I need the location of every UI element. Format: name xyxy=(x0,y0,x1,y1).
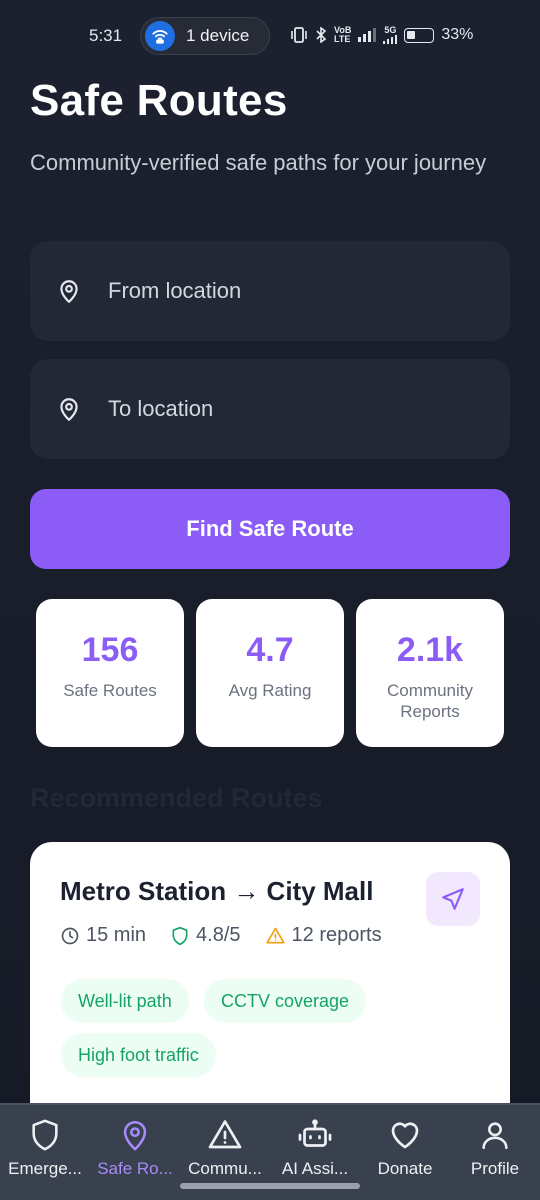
route-title: Metro Station → City Mall xyxy=(60,876,374,906)
robot-icon xyxy=(298,1119,332,1147)
heart-icon xyxy=(391,1122,419,1149)
nav-item-profile[interactable]: Profile xyxy=(450,1105,540,1200)
from-location-input[interactable] xyxy=(108,278,488,304)
navigation-arrow-icon xyxy=(442,888,464,910)
shield-icon xyxy=(32,1119,58,1151)
stat-card-avg-rating: 4.7 Avg Rating xyxy=(196,599,344,747)
home-indicator[interactable] xyxy=(180,1183,360,1189)
stat-value: 156 xyxy=(81,631,139,669)
battery-percent: 33% xyxy=(441,26,474,43)
stat-card-community-reports: 2.1k Community Reports xyxy=(356,599,504,747)
stat-label: Community Reports xyxy=(387,681,473,721)
nav-label: Profile xyxy=(470,1159,520,1178)
status-bar: 5:31 1 device VoB LTE 5G 33% xyxy=(0,0,540,72)
stat-value: 2.1k xyxy=(396,631,464,669)
map-pin-icon xyxy=(60,398,78,421)
hotspot-pill[interactable]: 1 device xyxy=(140,17,270,55)
route-tag: High foot traffic xyxy=(61,1033,216,1077)
stat-label: Safe Routes xyxy=(63,681,157,700)
stat-card-safe-routes: 156 Safe Routes xyxy=(36,599,184,747)
signal-icon xyxy=(358,28,377,42)
nav-item-safe-routes[interactable]: Safe Ro... xyxy=(90,1105,180,1200)
route-rating: 4.8/5 xyxy=(170,924,241,947)
hotspot-label: 1 device xyxy=(186,26,250,45)
nav-label: AI Assi... xyxy=(281,1159,349,1178)
to-location-input[interactable] xyxy=(108,396,488,422)
alert-triangle-icon xyxy=(208,1120,242,1149)
five-g-indicator: 5G xyxy=(383,26,398,44)
hotspot-icon xyxy=(145,21,175,51)
nav-label: Safe Ro... xyxy=(97,1159,173,1178)
nav-item-emergency[interactable]: Emerge... xyxy=(0,1105,90,1200)
find-safe-route-button[interactable]: Find Safe Route xyxy=(30,489,510,569)
map-pin-icon xyxy=(123,1120,147,1151)
warning-icon xyxy=(265,927,285,943)
network-type: VoB LTE xyxy=(334,25,352,44)
route-card[interactable]: Metro Station → City Mall 15 min 4.8/5 1… xyxy=(30,842,510,1142)
page-title: Safe Routes xyxy=(30,76,288,125)
navigate-button[interactable] xyxy=(426,872,480,926)
route-reports: 12 reports xyxy=(265,924,382,947)
bluetooth-icon xyxy=(316,27,327,43)
user-icon xyxy=(482,1122,508,1150)
route-tag: CCTV coverage xyxy=(204,979,367,1023)
page-subtitle: Community-verified safe paths for your j… xyxy=(30,150,487,175)
vibrate-icon xyxy=(291,27,307,43)
section-title: Recommended Routes xyxy=(30,783,323,813)
from-location-field[interactable] xyxy=(30,241,510,341)
route-tag: Well-lit path xyxy=(61,979,189,1023)
to-location-field[interactable] xyxy=(30,359,510,459)
stat-value: 4.7 xyxy=(246,631,294,669)
map-pin-icon xyxy=(60,280,78,303)
stat-label: Avg Rating xyxy=(228,681,312,700)
battery-icon xyxy=(404,27,435,43)
route-meta: 15 min 4.8/5 12 reports xyxy=(60,924,406,947)
nav-label: Emerge... xyxy=(8,1159,82,1178)
nav-item-donate[interactable]: Donate xyxy=(360,1105,450,1200)
status-time: 5:31 xyxy=(89,26,123,45)
nav-label: Donate xyxy=(377,1159,433,1178)
clock-icon xyxy=(61,927,79,944)
shield-icon xyxy=(172,926,188,945)
status-icons: VoB LTE 5G 33% xyxy=(290,26,473,44)
nav-label: Commu... xyxy=(188,1159,262,1178)
route-duration: 15 min xyxy=(60,924,146,947)
